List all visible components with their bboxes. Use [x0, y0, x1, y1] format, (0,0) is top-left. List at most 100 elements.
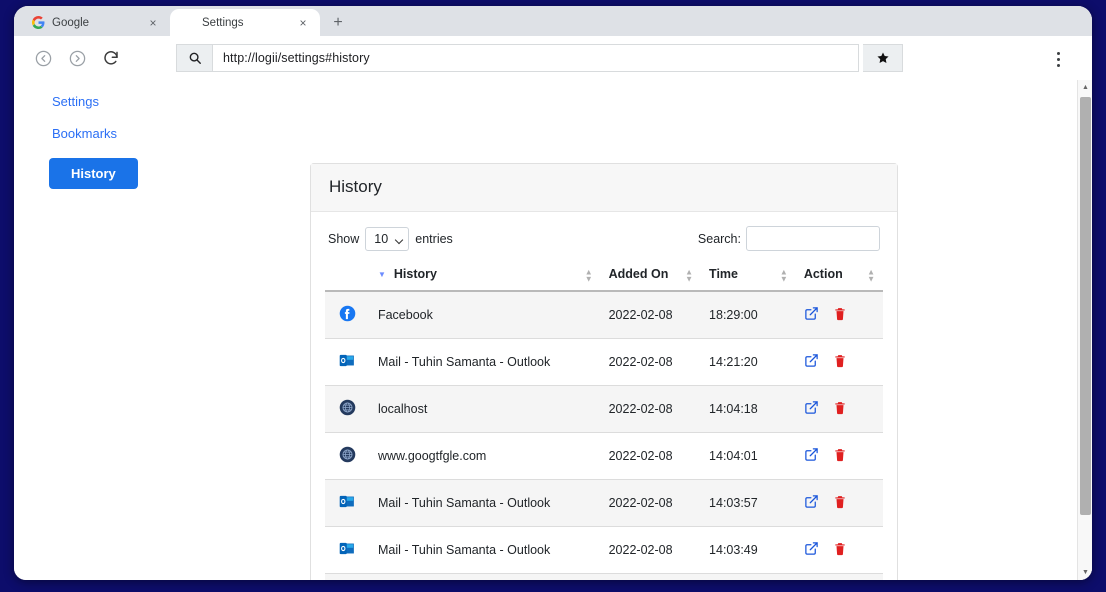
globe-icon	[339, 399, 356, 416]
trash-icon[interactable]	[833, 448, 847, 465]
google-icon	[31, 16, 45, 30]
external-link-icon[interactable]	[804, 353, 819, 371]
external-link-icon[interactable]	[804, 447, 819, 465]
row-time: 14:04:18	[701, 386, 796, 433]
col-header-history-label: History	[394, 267, 437, 281]
outlook-icon	[339, 540, 356, 557]
col-header-icon	[325, 261, 370, 291]
external-link-icon[interactable]	[804, 494, 819, 512]
row-actions	[796, 291, 883, 339]
trash-icon[interactable]	[833, 307, 847, 324]
sidebar-item-bookmarks[interactable]: Bookmarks	[38, 126, 228, 141]
search-icon[interactable]	[176, 44, 212, 72]
external-link-icon[interactable]	[804, 306, 819, 324]
sort-asc-icon: ▼	[378, 270, 386, 279]
sort-icon: ▲▼	[685, 268, 693, 282]
row-added-on: 2022-02-08	[601, 339, 701, 386]
row-added-on: 2022-02-08	[601, 480, 701, 527]
row-history-title: Mail - Tuhin Samanta - Outlook	[370, 339, 601, 386]
tab-google[interactable]: Google ×	[20, 9, 170, 36]
outlook-icon	[339, 493, 356, 510]
row-history-title: Mail - Tuhin Samanta - Outlook	[370, 574, 601, 581]
row-time: 14:04:01	[701, 433, 796, 480]
row-favicon-cell	[325, 291, 370, 339]
three-dots-icon[interactable]	[1048, 48, 1068, 70]
row-added-on: 2022-02-08	[601, 386, 701, 433]
external-link-icon[interactable]	[804, 400, 819, 418]
row-time: 14:03:57	[701, 480, 796, 527]
row-favicon-cell	[325, 527, 370, 574]
trash-icon[interactable]	[833, 354, 847, 371]
row-favicon-cell	[325, 386, 370, 433]
table-head: ▼ History ▲▼ Added On ▲▼ Time ▲▼	[325, 261, 883, 291]
table-row[interactable]: Mail - Tuhin Samanta - Outlook2022-02-08…	[325, 527, 883, 574]
search-filter: Search:	[698, 226, 880, 251]
globe-icon	[339, 446, 356, 463]
sort-icon: ▲▼	[867, 268, 875, 282]
page-title: History	[311, 164, 897, 212]
scrollbar-thumb[interactable]	[1080, 97, 1091, 515]
table-row[interactable]: Mail - Tuhin Samanta - Outlook2022-02-08…	[325, 574, 883, 581]
page-scrollbar[interactable]: ▲ ▼	[1077, 80, 1092, 580]
row-actions	[796, 386, 883, 433]
col-header-history[interactable]: ▼ History ▲▼	[370, 261, 601, 291]
table-row[interactable]: www.googtfgle.com2022-02-0814:04:01	[325, 433, 883, 480]
row-added-on: 2022-02-08	[601, 527, 701, 574]
row-actions	[796, 339, 883, 386]
forward-icon[interactable]	[62, 43, 92, 73]
table-row[interactable]: Mail - Tuhin Samanta - Outlook2022-02-08…	[325, 339, 883, 386]
row-time: 18:29:00	[701, 291, 796, 339]
col-header-time-label: Time	[709, 267, 738, 281]
new-tab-button[interactable]: +	[324, 9, 352, 36]
trash-icon[interactable]	[833, 495, 847, 512]
facebook-icon	[339, 305, 356, 322]
col-header-time[interactable]: Time ▲▼	[701, 261, 796, 291]
close-icon[interactable]: ×	[295, 15, 311, 31]
sidebar-item-history[interactable]: History	[49, 158, 138, 189]
history-card-body: Show 10 entries Search:	[311, 212, 897, 580]
table-header-row: ▼ History ▲▼ Added On ▲▼ Time ▲▼	[325, 261, 883, 291]
trash-icon[interactable]	[833, 542, 847, 559]
url-input[interactable]: http://logii/settings#history	[212, 44, 859, 72]
reload-icon[interactable]	[96, 43, 126, 73]
external-link-icon[interactable]	[804, 541, 819, 559]
col-header-action[interactable]: Action ▲▼	[796, 261, 883, 291]
address-bar[interactable]: http://logii/settings#history	[176, 44, 859, 72]
col-header-added-on[interactable]: Added On ▲▼	[601, 261, 701, 291]
sort-icon: ▲▼	[780, 268, 788, 282]
history-card: History Show 10 entries	[310, 163, 898, 580]
sidebar-item-settings[interactable]: Settings	[38, 94, 228, 109]
table-controls: Show 10 entries Search:	[325, 226, 883, 251]
history-table: ▼ History ▲▼ Added On ▲▼ Time ▲▼	[325, 261, 883, 580]
row-history-title: Facebook	[370, 291, 601, 339]
tab-settings[interactable]: Settings ×	[170, 9, 320, 36]
tab-title: Google	[52, 17, 138, 29]
scroll-up-icon[interactable]: ▲	[1078, 80, 1092, 95]
table-row[interactable]: Mail - Tuhin Samanta - Outlook2022-02-08…	[325, 480, 883, 527]
close-icon[interactable]: ×	[145, 15, 161, 31]
row-added-on: 2022-02-08	[601, 433, 701, 480]
row-history-title: Mail - Tuhin Samanta - Outlook	[370, 480, 601, 527]
entries-label: entries	[415, 232, 453, 246]
search-input[interactable]	[746, 226, 880, 251]
page-viewport: Settings Bookmarks History History Show …	[14, 80, 1092, 580]
back-icon[interactable]	[28, 43, 58, 73]
table-row[interactable]: localhost2022-02-0814:04:18	[325, 386, 883, 433]
row-time: 14:03:48	[701, 574, 796, 581]
table-body: Facebook2022-02-0818:29:00Mail - Tuhin S…	[325, 291, 883, 580]
show-entries-control: Show 10 entries	[328, 227, 453, 251]
table-row[interactable]: Facebook2022-02-0818:29:00	[325, 291, 883, 339]
trash-icon[interactable]	[833, 401, 847, 418]
row-favicon-cell	[325, 433, 370, 480]
row-time: 14:03:49	[701, 527, 796, 574]
row-added-on: 2022-02-08	[601, 574, 701, 581]
show-label: Show	[328, 232, 359, 246]
row-history-title: localhost	[370, 386, 601, 433]
row-actions	[796, 574, 883, 581]
search-label: Search:	[698, 232, 741, 246]
page-length-select[interactable]: 10	[365, 227, 409, 251]
tab-title: Settings	[202, 17, 288, 29]
scroll-down-icon[interactable]: ▼	[1078, 565, 1092, 580]
sort-icon: ▲▼	[585, 268, 593, 282]
star-icon[interactable]	[863, 44, 903, 72]
